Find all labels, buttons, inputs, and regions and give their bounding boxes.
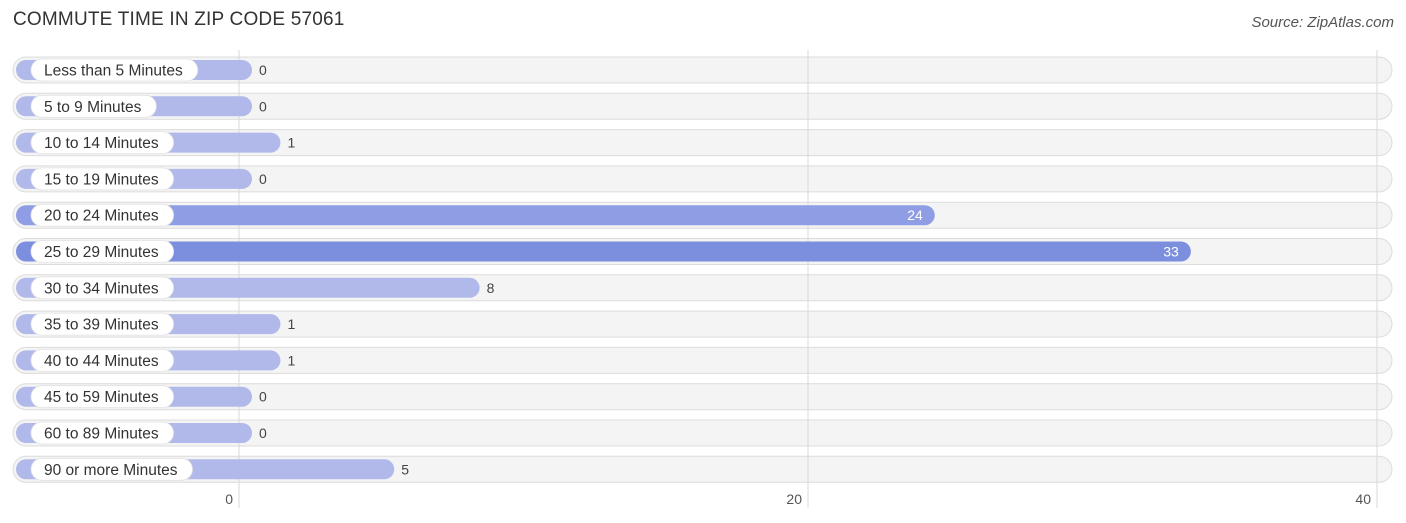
value-label: 1 <box>287 316 295 332</box>
bar-row: 15 to 19 Minutes 0 <box>16 167 267 191</box>
value-label: 0 <box>259 98 267 114</box>
value-label: 0 <box>259 62 267 78</box>
bar-row: 35 to 39 Minutes 1 <box>16 312 295 336</box>
category-label: 5 to 9 Minutes <box>44 99 142 116</box>
x-tick-label: 40 <box>1355 491 1371 507</box>
category-label: 25 to 29 Minutes <box>44 244 159 261</box>
value-label: 33 <box>1163 244 1179 260</box>
category-label: 10 to 14 Minutes <box>44 135 159 152</box>
value-label: 5 <box>401 461 409 477</box>
value-label: 0 <box>259 389 267 405</box>
bar-row: 90 or more Minutes 5 <box>16 457 409 481</box>
value-label: 1 <box>287 352 295 368</box>
category-label: 60 to 89 Minutes <box>44 426 159 443</box>
bar-row: 25 to 29 Minutes 33 <box>16 240 1191 263</box>
value-label: 8 <box>487 280 495 296</box>
bar-row: 40 to 44 Minutes 1 <box>16 348 295 372</box>
category-label: 30 to 34 Minutes <box>44 280 159 297</box>
category-label: 15 to 19 Minutes <box>44 171 159 188</box>
category-label: Less than 5 Minutes <box>44 63 183 80</box>
value-label: 24 <box>907 207 923 223</box>
category-label: 40 to 44 Minutes <box>44 353 159 370</box>
x-tick-label: 20 <box>786 491 802 507</box>
bar[interactable] <box>16 241 1191 262</box>
bar-row: 5 to 9 Minutes 0 <box>16 94 267 118</box>
value-label: 1 <box>287 135 295 151</box>
bar-row: 10 to 14 Minutes 1 <box>16 131 295 155</box>
category-label: 90 or more Minutes <box>44 462 178 479</box>
category-label: 20 to 24 Minutes <box>44 208 159 225</box>
bar-chart: Less than 5 Minutes 0 5 to 9 Minutes 0 10 to… <box>12 50 1393 508</box>
value-label: 0 <box>259 171 267 187</box>
category-label: 35 to 39 Minutes <box>44 317 159 334</box>
x-tick-label: 0 <box>225 491 233 507</box>
bar-row: 45 to 59 Minutes 0 <box>16 385 267 409</box>
value-label: 0 <box>259 425 267 441</box>
category-label: 45 to 59 Minutes <box>44 389 159 406</box>
bar-row: 20 to 24 Minutes 24 <box>16 203 935 227</box>
bar-row: Less than 5 Minutes 0 <box>16 58 267 82</box>
bar-row: 30 to 34 Minutes 8 <box>16 276 495 300</box>
bar-row: 60 to 89 Minutes 0 <box>16 421 267 445</box>
